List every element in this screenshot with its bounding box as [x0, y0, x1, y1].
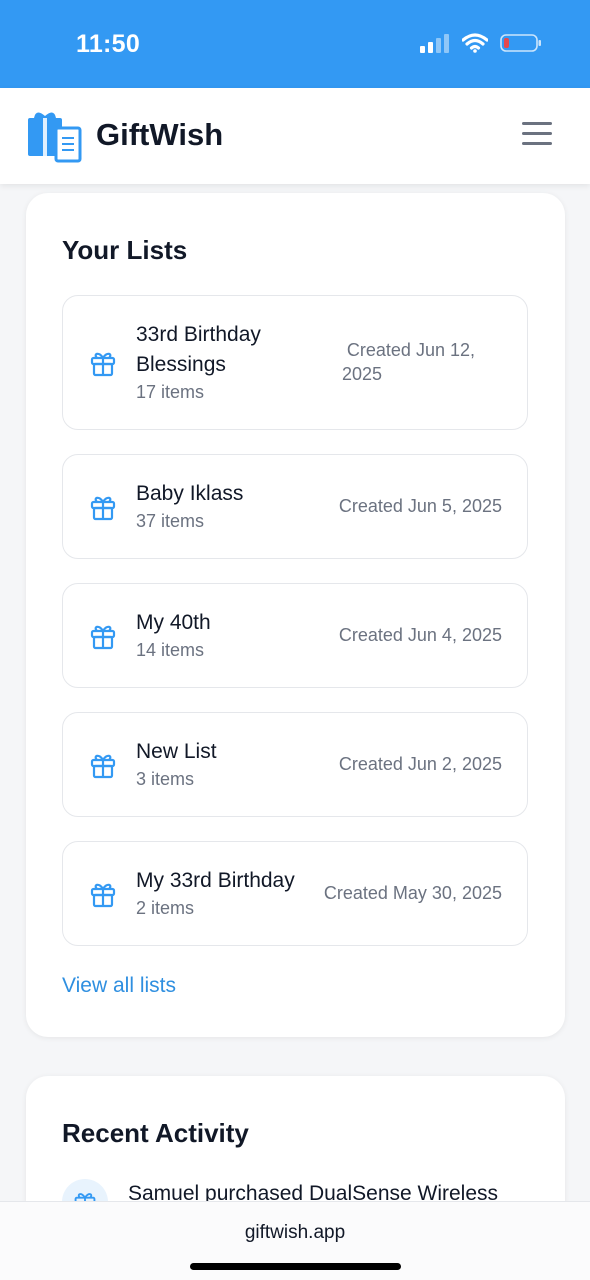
app-title: GiftWish: [96, 117, 224, 152]
list-item-date: Created Jun 12,: [346, 340, 475, 360]
list-item-count: 14 items: [136, 640, 205, 660]
gift-box-logo-icon: [28, 112, 82, 163]
list-item-name: New List: [136, 740, 217, 763]
gift-icon: [90, 883, 116, 908]
url-bar[interactable]: giftwish.app: [0, 1222, 590, 1244]
gift-icon: [90, 496, 116, 521]
list-item-count: 37 items: [136, 511, 205, 531]
list-item[interactable]: My 33rd Birthday 2 items Created May 30,…: [62, 841, 528, 946]
list-item-name: My 40th: [136, 611, 211, 634]
list-item[interactable]: 33rd Birthday Blessings 17 items Created…: [62, 295, 528, 430]
list-item-date-cont: 2025: [342, 364, 383, 384]
list-item-date: Created Jun 5, 2025: [338, 496, 502, 516]
gift-icon: [90, 352, 116, 377]
signal-icon: [420, 34, 449, 53]
recent-activity-title: Recent Activity: [62, 1118, 249, 1148]
hamburger-menu-icon[interactable]: [522, 122, 552, 148]
gift-icon: [90, 754, 116, 779]
list-item[interactable]: Baby Iklass 37 items Created Jun 5, 2025: [62, 454, 528, 559]
browser-bar: giftwish.app: [0, 1201, 590, 1280]
list-item-name-cont: Blessings: [136, 353, 226, 376]
view-all-lists-link[interactable]: View all lists: [62, 974, 176, 998]
status-bar: 11:50: [0, 0, 590, 88]
status-icons: [420, 33, 542, 53]
wifi-icon: [462, 33, 488, 53]
gift-icon: [90, 625, 116, 650]
status-time: 11:50: [76, 30, 141, 58]
list-item-count: 2 items: [136, 898, 195, 918]
your-lists-card: Your Lists 33rd Birthday Blessings 17 it…: [26, 193, 565, 1037]
your-lists-title: Your Lists: [62, 235, 188, 265]
home-indicator: [190, 1263, 401, 1270]
list-item-name: 33rd Birthday: [136, 323, 261, 346]
list-item[interactable]: My 40th 14 items Created Jun 4, 2025: [62, 583, 528, 688]
list-item-count: 3 items: [136, 769, 195, 789]
list-item-count: 17 items: [136, 382, 205, 402]
list-item-name: My 33rd Birthday: [136, 869, 295, 892]
list-item-name: Baby Iklass: [136, 482, 244, 505]
battery-icon: [500, 34, 541, 52]
app-header: GiftWish: [0, 88, 590, 184]
list-item-date: Created Jun 4, 2025: [338, 625, 502, 645]
list-item-date: Created Jun 2, 2025: [338, 754, 502, 774]
list-item-date: Created May 30, 2025: [323, 883, 502, 903]
list-item[interactable]: New List 3 items Created Jun 2, 2025: [62, 712, 528, 817]
